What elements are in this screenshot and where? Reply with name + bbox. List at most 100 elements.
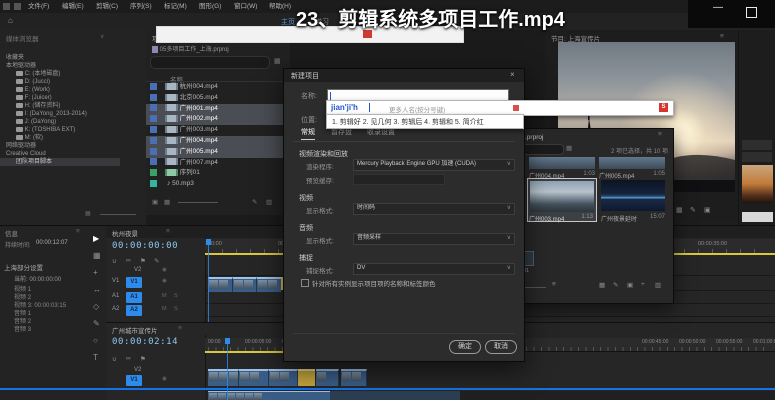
- filter-icon[interactable]: ▦: [274, 57, 281, 65]
- media-browser-tab[interactable]: 媒体浏览器: [6, 33, 39, 43]
- track-select-tool[interactable]: ▦: [93, 251, 101, 260]
- tree-drive-h[interactable]: H: (储存资料): [0, 102, 146, 110]
- panel-menu-icon[interactable]: ≡: [720, 33, 724, 40]
- automate-icon[interactable]: ▦: [599, 281, 605, 289]
- track-v2-label[interactable]: V2: [134, 367, 141, 373]
- timeline-b-timecode[interactable]: 00:00:02:14: [112, 337, 178, 347]
- audio-format-dropdown[interactable]: 音频采样∨: [353, 233, 515, 245]
- list-item[interactable]: [742, 140, 772, 150]
- ok-button[interactable]: 确定: [449, 340, 481, 354]
- list-view-icon[interactable]: ▦: [85, 210, 91, 217]
- menu-sequence[interactable]: 序列(S): [130, 0, 152, 13]
- panel-menu-icon[interactable]: ≡: [76, 228, 80, 235]
- tab-general[interactable]: 常规: [301, 127, 315, 140]
- track-v1-source-label[interactable]: V1: [112, 278, 119, 284]
- tree-local-drives[interactable]: 本地驱动器: [0, 62, 146, 70]
- hand-tool[interactable]: ○: [93, 336, 98, 345]
- info-panel-tab[interactable]: 信息: [5, 228, 18, 238]
- menu-window[interactable]: 窗口(W): [234, 0, 257, 13]
- tree-team-projects[interactable]: 团队项目脚本: [0, 158, 120, 166]
- project-toolbar-grid-icon[interactable]: ▦: [164, 198, 170, 206]
- tree-creative-cloud[interactable]: Creative Cloud: [0, 150, 146, 158]
- audio-row[interactable]: ♪ 50.mp3: [146, 179, 290, 190]
- linked-selection-icon[interactable]: ∞: [126, 355, 131, 362]
- tree-network-drives[interactable]: 网络驱动器: [0, 142, 146, 150]
- filter-icon[interactable]: ▦: [566, 144, 572, 152]
- dialog-titlebar[interactable]: [284, 69, 524, 82]
- track-a2-target-button[interactable]: A2: [126, 305, 142, 316]
- file-row-selected[interactable]: 广州002.mp4: [146, 114, 290, 125]
- tree-drive-d[interactable]: D: (Jucci): [0, 78, 146, 86]
- find-icon[interactable]: ✎: [613, 281, 618, 289]
- menu-marker[interactable]: 标记(M): [164, 0, 187, 13]
- timeline-a-tab[interactable]: 杭州夜景: [112, 228, 138, 238]
- media-thumbnail[interactable]: [601, 180, 665, 211]
- menu-file[interactable]: 文件(F): [28, 0, 49, 13]
- track-a2-mute-button[interactable]: M: [162, 306, 167, 312]
- video-format-dropdown[interactable]: 时间码∨: [353, 203, 515, 215]
- track-a1-mute-button[interactable]: M: [162, 293, 167, 299]
- video-clip[interactable]: [257, 277, 282, 292]
- tree-drive-i[interactable]: I: (DaYong_2013-2014): [0, 110, 146, 118]
- video-clip[interactable]: [208, 369, 239, 386]
- chevron-down-icon[interactable]: ∨: [100, 33, 104, 40]
- project-zoom-slider[interactable]: [178, 202, 218, 203]
- menu-clip[interactable]: 剪辑(C): [96, 0, 118, 13]
- display-names-checkbox[interactable]: [301, 279, 309, 287]
- close-icon[interactable]: ×: [510, 70, 515, 79]
- timeline-a-timecode[interactable]: 00:00:00:00: [112, 241, 178, 251]
- media-thumbnail[interactable]: [742, 165, 773, 203]
- project-toolbar-trash-icon[interactable]: ▥: [266, 198, 272, 206]
- capture-format-dropdown[interactable]: DV∨: [353, 263, 515, 275]
- panel-menu-icon[interactable]: ≡: [166, 228, 170, 235]
- marker-icon[interactable]: ⚑: [140, 257, 146, 265]
- video-clip[interactable]: [208, 277, 233, 292]
- settings-icon[interactable]: ▣: [704, 206, 711, 214]
- slip-tool[interactable]: ↔: [93, 285, 101, 294]
- track-v1-target-button[interactable]: V1: [126, 375, 142, 386]
- renderer-dropdown[interactable]: Mercury Playback Engine GPU 加速 (CUDA)∨: [353, 159, 515, 171]
- list-item[interactable]: [742, 152, 772, 162]
- ripple-edit-tool[interactable]: +: [93, 268, 98, 277]
- sort-icon[interactable]: ≡: [552, 281, 556, 288]
- file-row-selected[interactable]: 广州004.mp4: [146, 136, 290, 147]
- video-clip-yellow[interactable]: [298, 369, 315, 386]
- tree-favorites[interactable]: 收藏夹: [0, 54, 146, 62]
- file-row-selected[interactable]: 广州001.mp4: [146, 104, 290, 115]
- media-thumbnail-partial[interactable]: [599, 157, 665, 169]
- type-tool[interactable]: T: [93, 353, 98, 362]
- video-clip[interactable]: [233, 277, 257, 292]
- tree-drive-c[interactable]: C: (本地磁盘): [0, 70, 146, 78]
- menu-graphics[interactable]: 图形(G): [199, 0, 221, 13]
- maximize-button[interactable]: [746, 7, 757, 18]
- track-v1-target-button[interactable]: V1: [126, 277, 142, 288]
- cancel-button[interactable]: 取消: [485, 340, 517, 354]
- search-input[interactable]: [150, 56, 270, 69]
- tree-drive-j[interactable]: J: (DaYong): [0, 118, 146, 126]
- panel-menu-icon[interactable]: ≡: [178, 325, 182, 332]
- video-clip[interactable]: [239, 369, 269, 386]
- pen-tool[interactable]: ✎: [93, 319, 100, 328]
- minimize-button[interactable]: —: [713, 2, 723, 13]
- tree-drive-f[interactable]: F: (Juicer): [0, 94, 146, 102]
- file-row[interactable]: 北京005.mp4: [146, 93, 290, 104]
- tree-drive-m[interactable]: M: (软): [0, 134, 146, 142]
- trash-icon[interactable]: ▥: [655, 281, 661, 289]
- new-bin-icon[interactable]: ▣: [627, 281, 633, 289]
- file-row[interactable]: 广州007.mp4: [146, 158, 290, 169]
- snap-icon[interactable]: ∪: [112, 355, 117, 363]
- project-toolbar-bin-icon[interactable]: ▣: [152, 198, 158, 206]
- panel-menu-icon[interactable]: ≡: [658, 131, 662, 138]
- snap-icon[interactable]: ∪: [112, 257, 117, 265]
- list-item-light[interactable]: [742, 212, 773, 222]
- track-a2-solo-button[interactable]: S: [174, 306, 178, 312]
- home-icon[interactable]: ⌂: [8, 16, 13, 25]
- timeline-settings-icon[interactable]: ✎: [154, 257, 159, 265]
- track-v2-eye-icon[interactable]: ◉: [162, 267, 167, 273]
- track-a1-solo-button[interactable]: S: [174, 293, 178, 299]
- timeline-b-tab[interactable]: 广州城市宣传片: [112, 325, 158, 335]
- track-v2-label[interactable]: V2: [134, 267, 141, 273]
- sogou-logo-icon[interactable]: S: [659, 103, 668, 112]
- ime-candidates-bar[interactable]: 1. 剪辑好 2. 见几何 3. 剪辑后 4. 剪辑和 5. 简介红: [326, 114, 524, 129]
- video-clip-plain[interactable]: [330, 391, 460, 400]
